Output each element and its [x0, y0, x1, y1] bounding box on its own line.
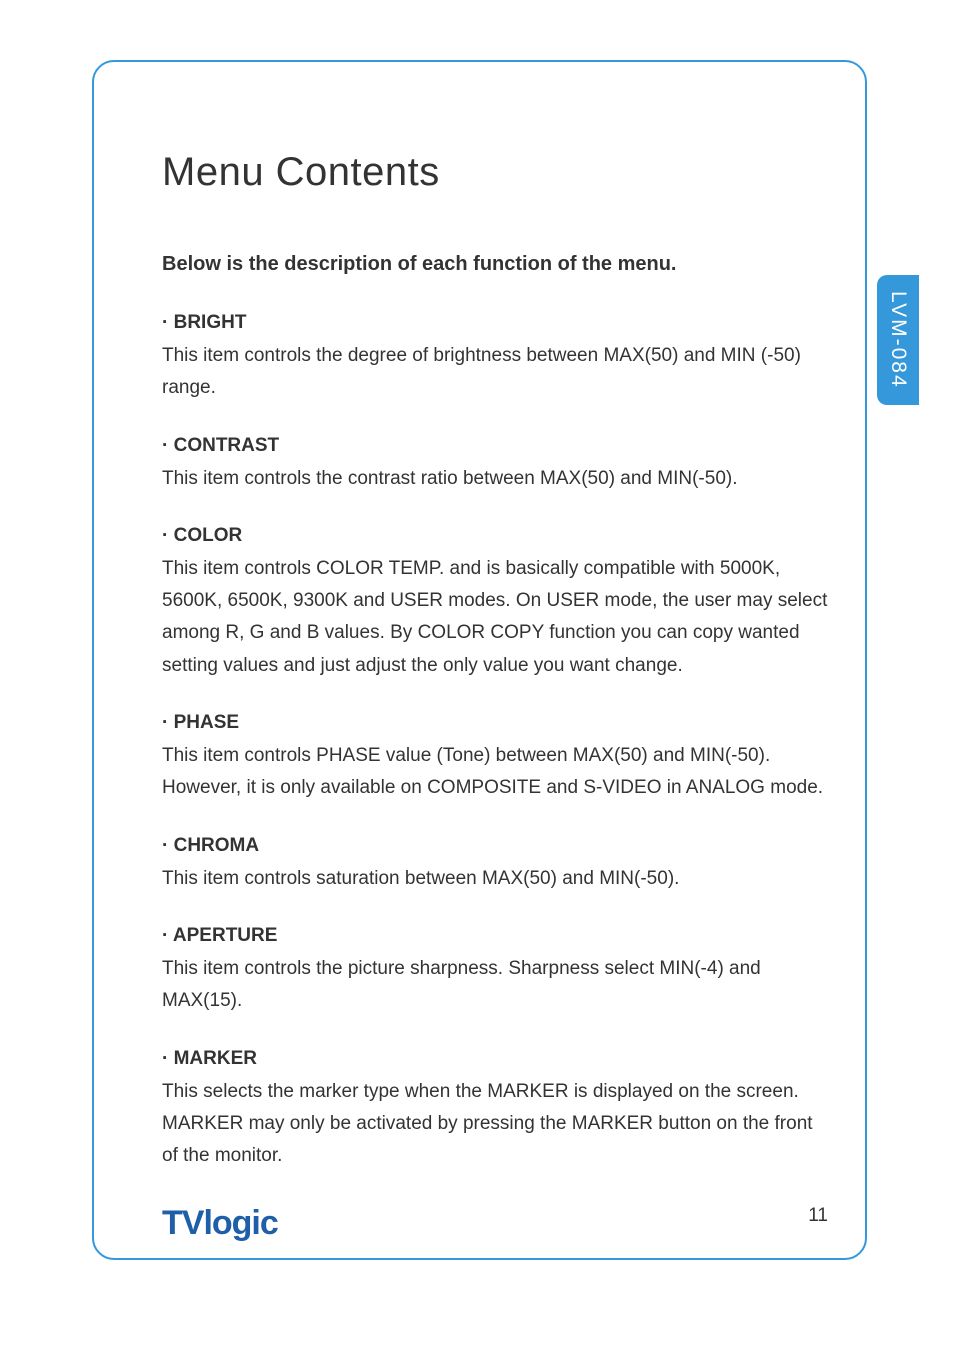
- section-color: · COLOR This item controls COLOR TEMP. a…: [162, 525, 832, 682]
- section-body: This item controls saturation between MA…: [162, 863, 832, 895]
- section-heading: · APERTURE: [162, 925, 832, 947]
- section-chroma: · CHROMA This item controls saturation b…: [162, 835, 832, 895]
- page-number: 11: [808, 1205, 828, 1227]
- brand-logo: TVlogic: [162, 1204, 278, 1243]
- section-bright: · BRIGHT This item controls the degree o…: [162, 312, 832, 405]
- section-heading: · PHASE: [162, 712, 832, 734]
- section-contrast: · CONTRAST This item controls the contra…: [162, 435, 832, 495]
- side-tab: LVM-084: [877, 275, 919, 405]
- section-body: This item controls the contrast ratio be…: [162, 463, 832, 495]
- side-tab-label: LVM-084: [886, 291, 910, 389]
- section-phase: · PHASE This item controls PHASE value (…: [162, 712, 832, 805]
- section-marker: · MARKER This selects the marker type wh…: [162, 1048, 832, 1173]
- content-area: Menu Contents Below is the description o…: [162, 150, 832, 1202]
- section-heading: · CHROMA: [162, 835, 832, 857]
- section-heading: · MARKER: [162, 1048, 832, 1070]
- section-heading: · COLOR: [162, 525, 832, 547]
- section-heading: · BRIGHT: [162, 312, 832, 334]
- intro-text: Below is the description of each functio…: [162, 253, 832, 276]
- section-heading: · CONTRAST: [162, 435, 832, 457]
- section-body: This item controls the picture sharpness…: [162, 953, 832, 1018]
- section-body: This item controls PHASE value (Tone) be…: [162, 740, 832, 805]
- section-body: This selects the marker type when the MA…: [162, 1076, 832, 1173]
- page-title: Menu Contents: [162, 150, 832, 195]
- section-body: This item controls the degree of brightn…: [162, 340, 832, 405]
- section-body: This item controls COLOR TEMP. and is ba…: [162, 553, 832, 682]
- section-aperture: · APERTURE This item controls the pictur…: [162, 925, 832, 1018]
